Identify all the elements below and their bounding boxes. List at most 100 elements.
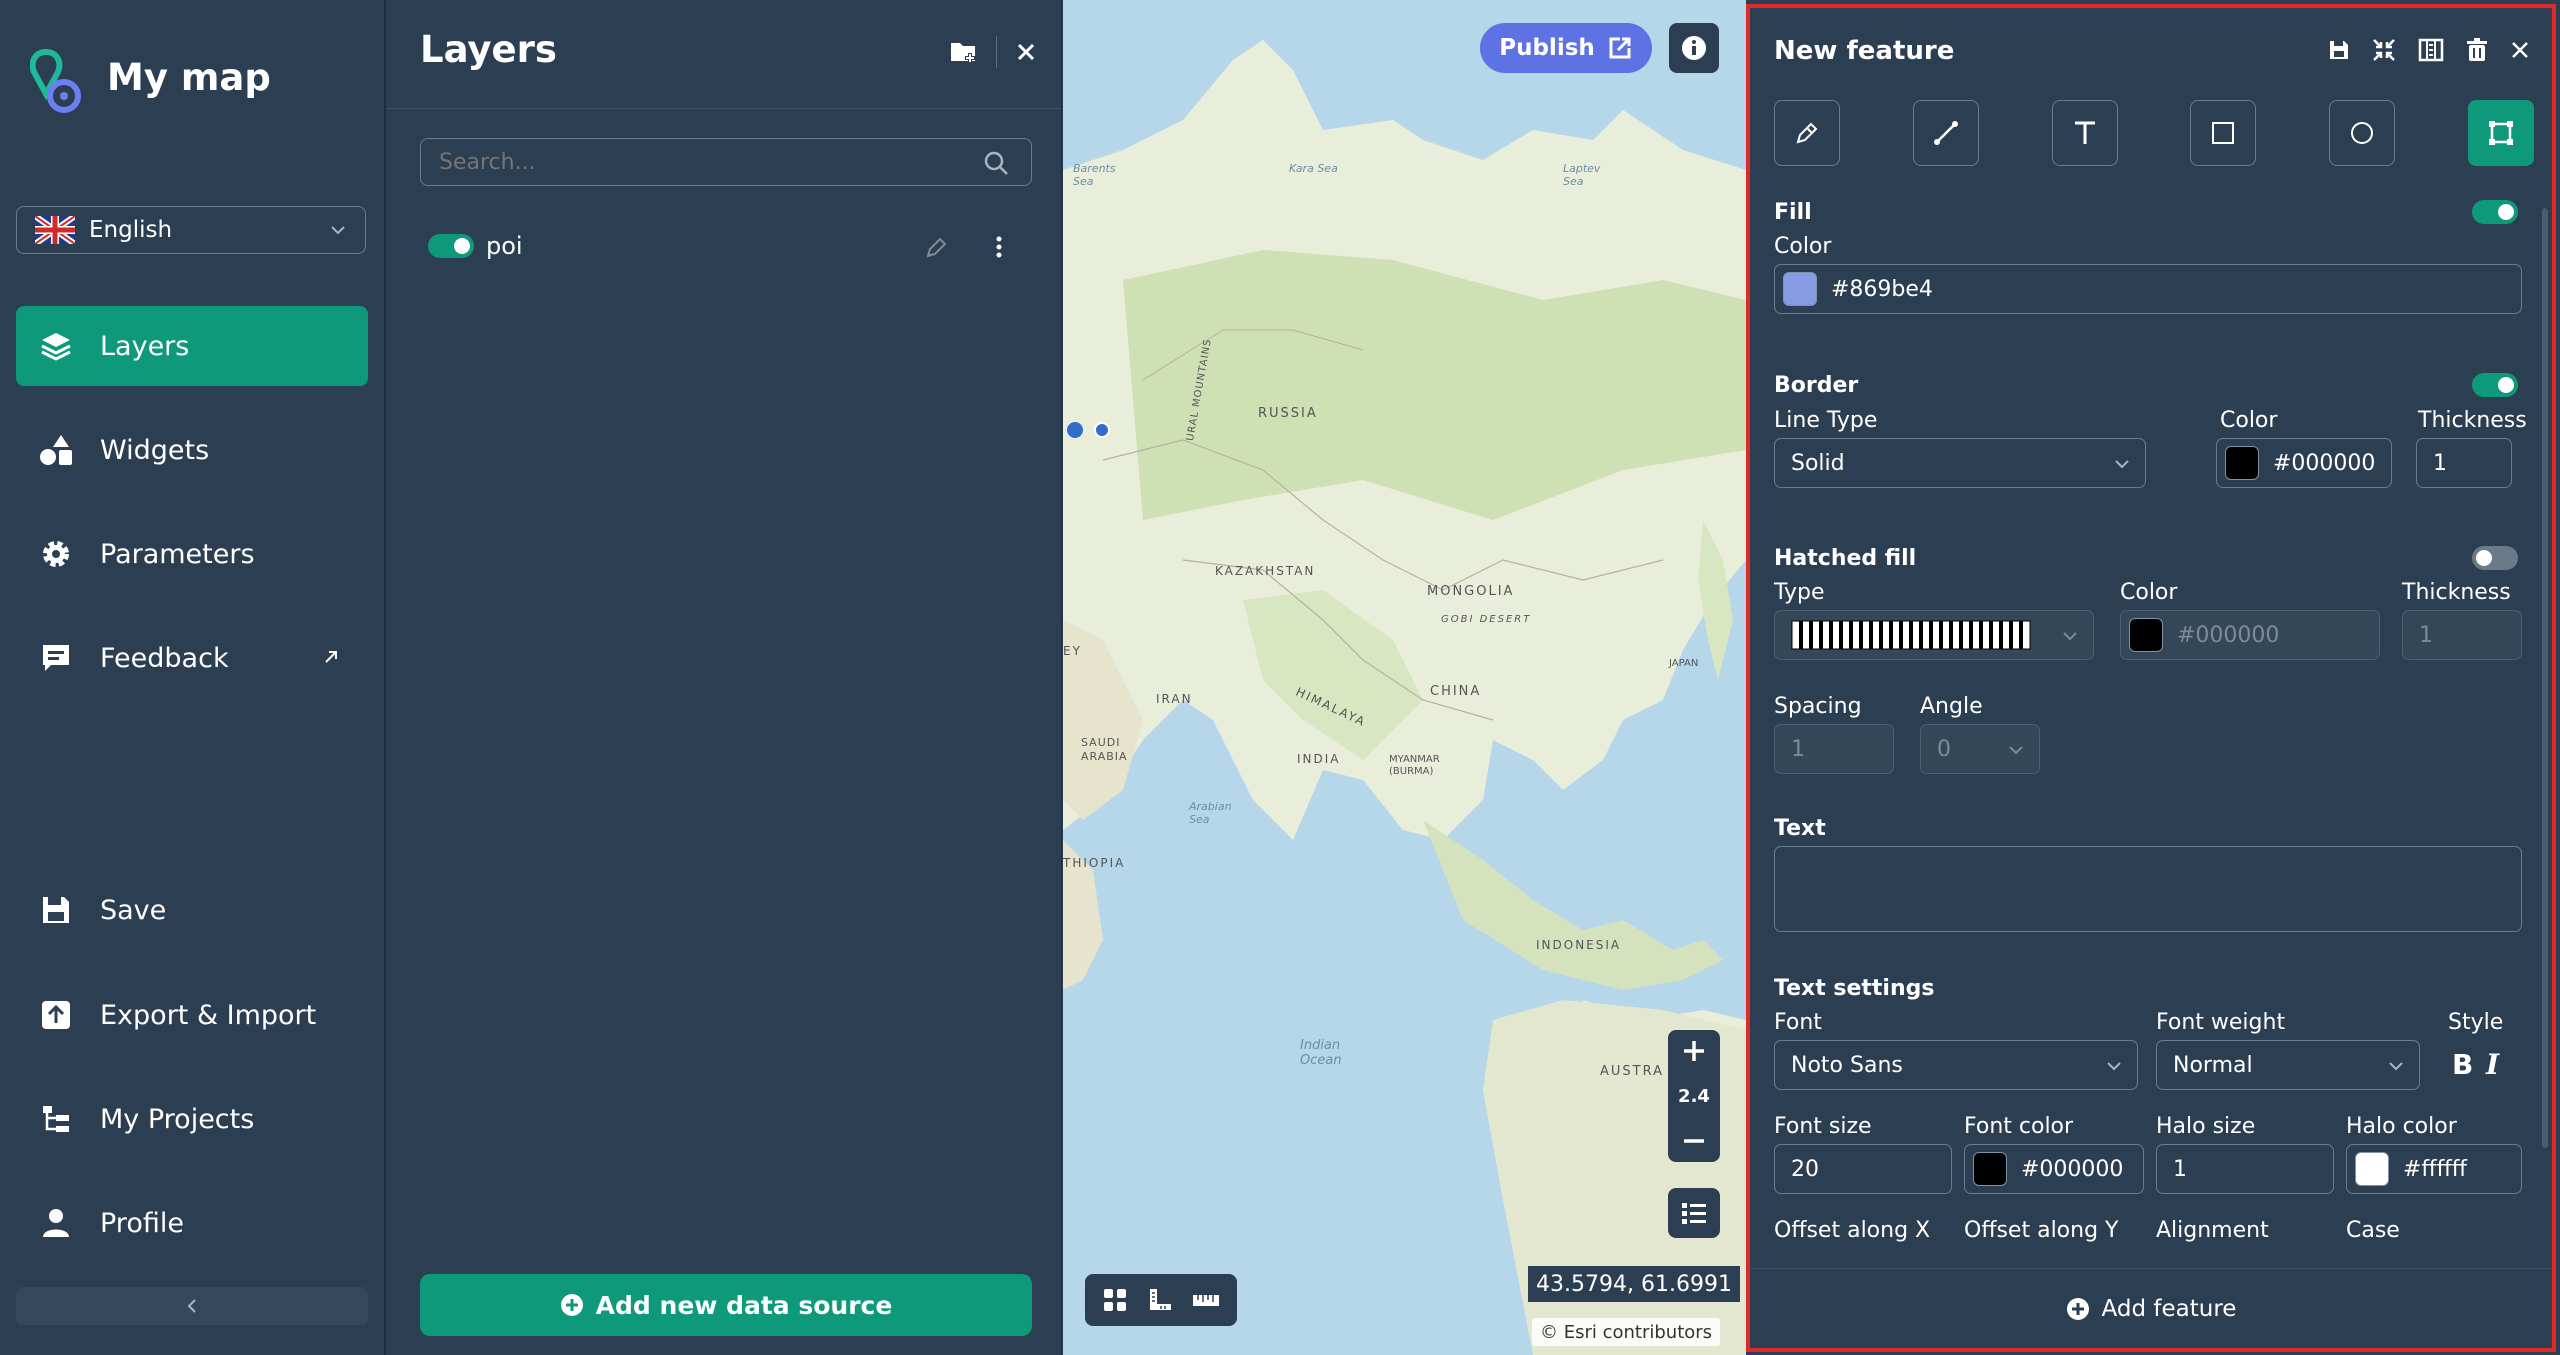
- halo-color-input[interactable]: #ffffff: [2346, 1144, 2522, 1194]
- fill-toggle[interactable]: [2472, 200, 2518, 224]
- collapse-arrows-icon[interactable]: [2372, 38, 2396, 62]
- hatch-color-swatch[interactable]: [2129, 618, 2163, 652]
- italic-toggle[interactable]: I: [2486, 1048, 2499, 1081]
- font-size-input[interactable]: 20: [1774, 1144, 1952, 1194]
- close-icon[interactable]: [1015, 41, 1037, 63]
- edit-pen-icon[interactable]: [924, 234, 950, 260]
- add-folder-icon[interactable]: [950, 39, 978, 65]
- draw-polygon-tool[interactable]: [2467, 100, 2534, 166]
- language-label: English: [89, 217, 173, 243]
- angle-select[interactable]: 0: [1920, 724, 2040, 774]
- circle-icon: [2351, 122, 2374, 144]
- more-options-icon[interactable]: [994, 234, 1004, 260]
- map-view[interactable]: RUSSIA KAZAKHSTAN MONGOLIA GOBI DESERT C…: [1063, 0, 1746, 1355]
- map-label-saudi: SAUDI ARABIA: [1081, 736, 1128, 763]
- projects-icon: [38, 1101, 74, 1137]
- draw-pencil-tool[interactable]: [1774, 100, 1840, 166]
- nav-label: Widgets: [100, 434, 210, 466]
- layer-visibility-toggle[interactable]: [428, 234, 474, 258]
- border-color-input[interactable]: #000000: [2216, 438, 2392, 488]
- ruler-icon[interactable]: [1192, 1290, 1220, 1310]
- border-color-swatch[interactable]: [2225, 446, 2259, 480]
- font-weight-value: Normal: [2173, 1052, 2253, 1078]
- nav-save[interactable]: Save: [16, 870, 368, 950]
- hatch-thickness-input[interactable]: 1: [2402, 610, 2522, 660]
- fill-section-title: Fill: [1774, 200, 1812, 225]
- nav-widgets[interactable]: Widgets: [16, 410, 368, 490]
- nav-my-projects[interactable]: My Projects: [16, 1079, 368, 1159]
- alignment-label: Alignment: [2156, 1218, 2269, 1243]
- collapse-sidebar-button[interactable]: [16, 1287, 368, 1325]
- spacing-input[interactable]: 1: [1774, 724, 1894, 774]
- layers-title: Layers: [420, 28, 557, 71]
- nav-label: Save: [100, 894, 167, 926]
- map-label-russia: RUSSIA: [1258, 406, 1318, 421]
- map-label-mongolia: MONGOLIA: [1427, 584, 1515, 599]
- poi-marker[interactable]: [1094, 422, 1110, 438]
- halo-size-input[interactable]: 1: [2156, 1144, 2334, 1194]
- fill-color-input[interactable]: #869be4: [1774, 264, 2522, 314]
- draw-line-tool[interactable]: [1912, 100, 1979, 166]
- zoom-in-icon[interactable]: [1681, 1038, 1707, 1064]
- draw-text-tool[interactable]: [2051, 100, 2118, 166]
- legend-button[interactable]: [1668, 1188, 1720, 1238]
- publish-button[interactable]: Publish: [1480, 23, 1652, 73]
- nav-layers[interactable]: Layers: [16, 306, 368, 386]
- grid-icon[interactable]: [1102, 1287, 1128, 1313]
- draw-circle-tool[interactable]: [2329, 100, 2396, 166]
- language-select[interactable]: English: [16, 206, 366, 254]
- layer-row[interactable]: poi: [428, 226, 1028, 266]
- zoom-control: 2.4: [1668, 1030, 1720, 1162]
- border-color-value: #000000: [2273, 450, 2376, 476]
- font-color-label: Font color: [1964, 1114, 2074, 1139]
- trash-icon[interactable]: [2466, 38, 2488, 62]
- gear-icon: [38, 536, 74, 572]
- bold-toggle[interactable]: B: [2452, 1048, 2473, 1081]
- border-thickness-value: 1: [2433, 450, 2447, 476]
- add-data-source-button[interactable]: Add new data source: [420, 1274, 1032, 1336]
- map-tools: [1085, 1274, 1237, 1326]
- hatched-toggle[interactable]: [2472, 546, 2518, 570]
- fill-color-swatch[interactable]: [1783, 272, 1817, 306]
- border-color-label: Color: [2220, 408, 2278, 433]
- halo-color-swatch[interactable]: [2355, 1152, 2389, 1186]
- layers-search-input[interactable]: [420, 138, 1032, 186]
- zoom-out-icon[interactable]: [1681, 1128, 1707, 1154]
- style-label: Style: [2448, 1010, 2504, 1035]
- nav-export-import[interactable]: Export & Import: [16, 975, 368, 1055]
- nav-parameters[interactable]: Parameters: [16, 514, 368, 594]
- pencil-icon: [1796, 122, 1818, 144]
- save-icon[interactable]: [2328, 39, 2350, 61]
- split-columns-icon[interactable]: [2418, 38, 2444, 62]
- add-feature-button[interactable]: Add feature: [1750, 1268, 2552, 1348]
- close-icon[interactable]: [2510, 40, 2530, 60]
- nav-feedback[interactable]: Feedback: [16, 618, 368, 698]
- app: My map English Layers Widgets Parameters: [0, 0, 2560, 1355]
- border-toggle[interactable]: [2472, 373, 2518, 397]
- map-label-laptev: Laptev Sea: [1563, 162, 1601, 188]
- font-weight-select[interactable]: Normal: [2156, 1040, 2420, 1090]
- font-select[interactable]: Noto Sans: [1774, 1040, 2138, 1090]
- text-settings-title: Text settings: [1774, 976, 1935, 1001]
- chevron-down-icon: [2107, 1062, 2121, 1071]
- divider: [996, 36, 997, 68]
- area-measure-icon[interactable]: [1147, 1287, 1173, 1313]
- draw-rectangle-tool[interactable]: [2190, 100, 2257, 166]
- font-color-swatch[interactable]: [1973, 1152, 2007, 1186]
- hatch-color-input[interactable]: #000000: [2120, 610, 2380, 660]
- nav-profile[interactable]: Profile: [16, 1183, 368, 1263]
- map-attribution[interactable]: © Esri contributors: [1532, 1318, 1721, 1346]
- plus-circle-icon: [2066, 1297, 2089, 1320]
- search-icon: [984, 151, 1008, 175]
- add-data-source-label: Add new data source: [595, 1290, 893, 1320]
- font-value: Noto Sans: [1791, 1052, 1903, 1078]
- info-button[interactable]: [1669, 23, 1719, 73]
- font-color-input[interactable]: #000000: [1964, 1144, 2144, 1194]
- panel-scrollbar[interactable]: [2542, 208, 2548, 1148]
- basemap-image: [1063, 0, 1746, 1355]
- hatch-type-select[interactable]: [1774, 610, 2094, 660]
- feature-text-input[interactable]: [1774, 846, 2522, 932]
- line-type-select[interactable]: Solid: [1774, 438, 2146, 488]
- border-thickness-input[interactable]: 1: [2416, 438, 2512, 488]
- nav-label: Layers: [100, 330, 190, 362]
